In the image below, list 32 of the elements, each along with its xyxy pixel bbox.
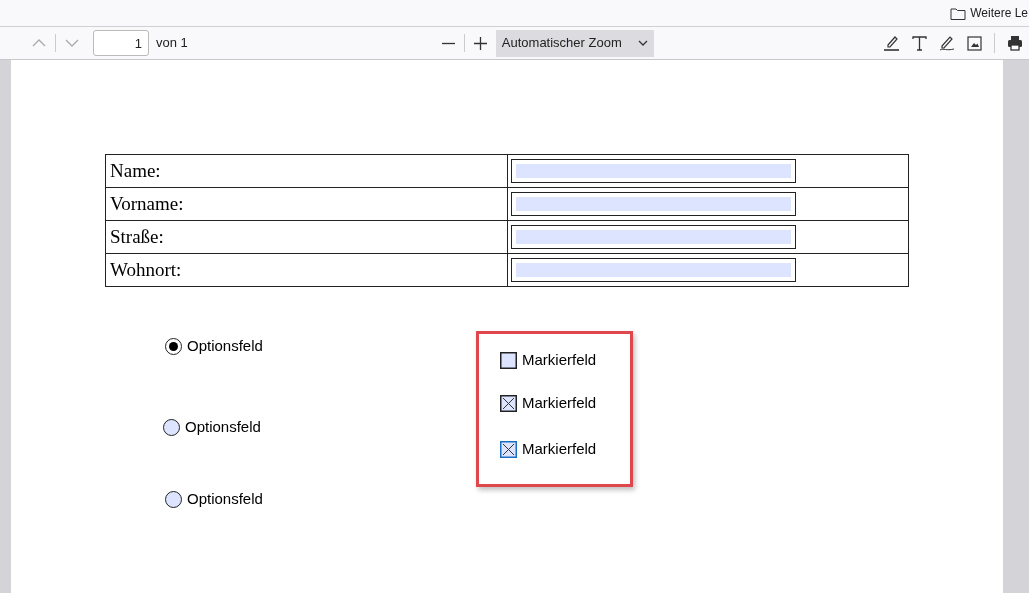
field-label: Name: xyxy=(105,154,508,188)
radio-button[interactable] xyxy=(165,490,182,508)
text-icon[interactable] xyxy=(912,35,927,51)
checkbox[interactable] xyxy=(500,440,517,458)
radio-button[interactable] xyxy=(165,337,182,355)
folder-icon xyxy=(950,6,967,20)
print-icon[interactable] xyxy=(1007,35,1023,51)
field-label: Vorname: xyxy=(105,187,508,221)
text-field[interactable] xyxy=(511,192,796,216)
highlighter-icon[interactable] xyxy=(883,35,900,51)
field-label: Straße: xyxy=(105,220,508,254)
checkbox-label: Markierfeld xyxy=(522,393,597,413)
field-label: Wohnort: xyxy=(105,253,508,287)
checkbox[interactable] xyxy=(500,351,517,369)
radio-label: Optionsfeld xyxy=(187,336,263,356)
pen-icon[interactable] xyxy=(939,35,955,51)
image-icon[interactable] xyxy=(967,35,982,51)
page-number-field[interactable]: 1 xyxy=(93,30,149,56)
radio-label: Optionsfeld xyxy=(185,417,261,437)
text-field[interactable] xyxy=(511,258,796,282)
checkbox[interactable] xyxy=(500,394,517,412)
page-count: von 1 xyxy=(156,34,188,53)
checkbox-label: Markierfeld xyxy=(522,350,597,370)
caret-icon xyxy=(637,40,648,46)
radio-label: Optionsfeld xyxy=(187,489,263,509)
text-field[interactable] xyxy=(511,159,796,183)
checkbox-label: Markierfeld xyxy=(522,439,597,459)
folder-label[interactable]: Weitere Le xyxy=(970,4,1028,22)
zoom-in-icon[interactable] xyxy=(473,36,487,50)
radio-button[interactable] xyxy=(163,418,180,436)
zoom-dropdown[interactable]: Automatischer Zoom xyxy=(495,29,654,57)
text-field[interactable] xyxy=(511,225,796,249)
